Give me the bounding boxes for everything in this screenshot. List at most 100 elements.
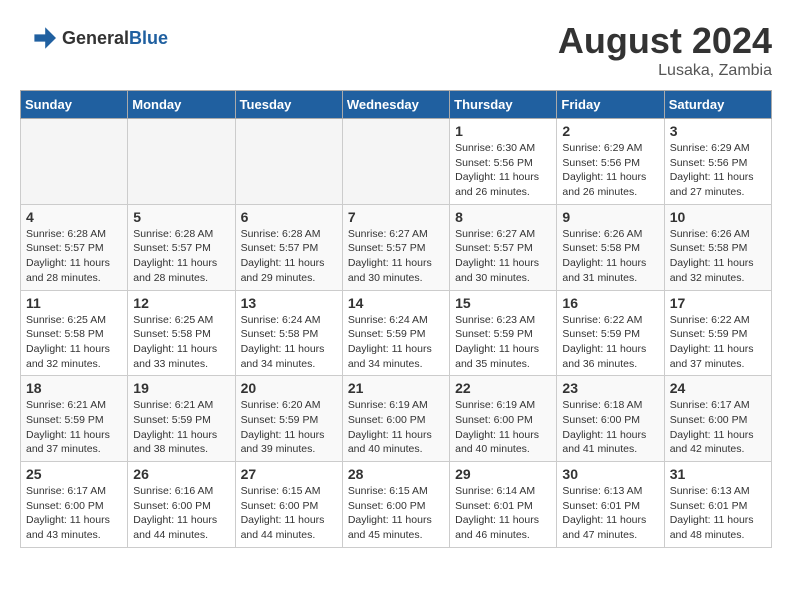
day-info: Sunrise: 6:18 AMSunset: 6:00 PMDaylight:… xyxy=(562,398,658,457)
day-info: Sunrise: 6:27 AMSunset: 5:57 PMDaylight:… xyxy=(455,227,551,286)
calendar-day: 24Sunrise: 6:17 AMSunset: 6:00 PMDayligh… xyxy=(664,376,771,462)
calendar-day: 6 Sunrise: 6:28 AMSunset: 5:57 PMDaylight… xyxy=(235,204,342,290)
calendar-day xyxy=(235,119,342,205)
calendar-day: 9 Sunrise: 6:26 AMSunset: 5:58 PMDaylight… xyxy=(557,204,664,290)
day-number: 21 xyxy=(348,380,444,396)
day-number: 19 xyxy=(133,380,229,396)
calendar-week-4: 18 Sunrise: 6:21 AMSunset: 5:59 PMDayligh… xyxy=(21,376,772,462)
day-info: Sunrise: 6:14 AMSunset: 6:01 PMDaylight:… xyxy=(455,484,551,543)
calendar-day xyxy=(342,119,449,205)
day-info: Sunrise: 6:26 AMSunset: 5:58 PMDaylight:… xyxy=(562,227,658,286)
calendar-day: 5 Sunrise: 6:28 AMSunset: 5:57 PMDaylight… xyxy=(128,204,235,290)
calendar-day: 14Sunrise: 6:24 AMSunset: 5:59 PMDayligh… xyxy=(342,290,449,376)
day-number: 31 xyxy=(670,466,766,482)
calendar-day: 12 Sunrise: 6:25 AMSunset: 5:58 PMDayligh… xyxy=(128,290,235,376)
col-header-tuesday: Tuesday xyxy=(235,91,342,119)
calendar-day: 3 Sunrise: 6:29 AMSunset: 5:56 PMDaylight… xyxy=(664,119,771,205)
calendar-day: 8Sunrise: 6:27 AMSunset: 5:57 PMDaylight… xyxy=(450,204,557,290)
calendar-week-3: 11 Sunrise: 6:25 AMSunset: 5:58 PMDayligh… xyxy=(21,290,772,376)
location: Lusaka, Zambia xyxy=(558,62,772,80)
day-info: Sunrise: 6:30 AMSunset: 5:56 PMDaylight:… xyxy=(455,141,551,200)
day-number: 26 xyxy=(133,466,229,482)
day-number: 1 xyxy=(455,123,551,139)
day-number: 24 xyxy=(670,380,766,396)
calendar-day: 17 Sunrise: 6:22 AMSunset: 5:59 PMDayligh… xyxy=(664,290,771,376)
calendar-week-2: 4 Sunrise: 6:28 AMSunset: 5:57 PMDaylight… xyxy=(21,204,772,290)
day-info: Sunrise: 6:24 AMSunset: 5:59 PMDaylight:… xyxy=(348,313,444,372)
day-info: Sunrise: 6:20 AMSunset: 5:59 PMDaylight:… xyxy=(241,398,337,457)
logo-blue: Blue xyxy=(129,28,168,48)
calendar-day: 15 Sunrise: 6:23 AMSunset: 5:59 PMDayligh… xyxy=(450,290,557,376)
calendar-day: 29 Sunrise: 6:14 AMSunset: 6:01 PMDayligh… xyxy=(450,462,557,548)
day-number: 15 xyxy=(455,295,551,311)
col-header-friday: Friday xyxy=(557,91,664,119)
calendar-week-5: 25Sunrise: 6:17 AMSunset: 6:00 PMDayligh… xyxy=(21,462,772,548)
day-number: 12 xyxy=(133,295,229,311)
day-number: 11 xyxy=(26,295,122,311)
day-info: Sunrise: 6:29 AMSunset: 5:56 PMDaylight:… xyxy=(670,141,766,200)
day-info: Sunrise: 6:22 AMSunset: 5:59 PMDaylight:… xyxy=(670,313,766,372)
calendar-day: 27 Sunrise: 6:15 AMSunset: 6:00 PMDayligh… xyxy=(235,462,342,548)
col-header-monday: Monday xyxy=(128,91,235,119)
calendar-day: 21 Sunrise: 6:19 AMSunset: 6:00 PMDayligh… xyxy=(342,376,449,462)
day-number: 2 xyxy=(562,123,658,139)
day-number: 28 xyxy=(348,466,444,482)
day-number: 27 xyxy=(241,466,337,482)
calendar-day: 18 Sunrise: 6:21 AMSunset: 5:59 PMDayligh… xyxy=(21,376,128,462)
calendar-day: 23 Sunrise: 6:18 AMSunset: 6:00 PMDayligh… xyxy=(557,376,664,462)
month-year: August 2024 xyxy=(558,20,772,62)
calendar-day: 4 Sunrise: 6:28 AMSunset: 5:57 PMDaylight… xyxy=(21,204,128,290)
day-info: Sunrise: 6:27 AMSunset: 5:57 PMDaylight:… xyxy=(348,227,444,286)
calendar-day: 26 Sunrise: 6:16 AMSunset: 6:00 PMDayligh… xyxy=(128,462,235,548)
calendar-day: 22 Sunrise: 6:19 AMSunset: 6:00 PMDayligh… xyxy=(450,376,557,462)
day-info: Sunrise: 6:15 AMSunset: 6:00 PMDaylight:… xyxy=(241,484,337,543)
day-number: 29 xyxy=(455,466,551,482)
day-info: Sunrise: 6:21 AMSunset: 5:59 PMDaylight:… xyxy=(26,398,122,457)
day-info: Sunrise: 6:28 AMSunset: 5:57 PMDaylight:… xyxy=(26,227,122,286)
day-info: Sunrise: 6:25 AMSunset: 5:58 PMDaylight:… xyxy=(133,313,229,372)
day-info: Sunrise: 6:28 AMSunset: 5:57 PMDaylight:… xyxy=(133,227,229,286)
day-number: 18 xyxy=(26,380,122,396)
calendar-day: 31 Sunrise: 6:13 AMSunset: 6:01 PMDayligh… xyxy=(664,462,771,548)
day-info: Sunrise: 6:19 AMSunset: 6:00 PMDaylight:… xyxy=(348,398,444,457)
day-number: 4 xyxy=(26,209,122,225)
calendar-day: 19 Sunrise: 6:21 AMSunset: 5:59 PMDayligh… xyxy=(128,376,235,462)
day-number: 7 xyxy=(348,209,444,225)
day-info: Sunrise: 6:17 AMSunset: 6:00 PMDaylight:… xyxy=(26,484,122,543)
day-info: Sunrise: 6:22 AMSunset: 5:59 PMDaylight:… xyxy=(562,313,658,372)
day-info: Sunrise: 6:26 AMSunset: 5:58 PMDaylight:… xyxy=(670,227,766,286)
day-number: 17 xyxy=(670,295,766,311)
calendar-day: 28Sunrise: 6:15 AMSunset: 6:00 PMDayligh… xyxy=(342,462,449,548)
day-info: Sunrise: 6:28 AMSunset: 5:57 PMDaylight:… xyxy=(241,227,337,286)
day-number: 3 xyxy=(670,123,766,139)
day-info: Sunrise: 6:21 AMSunset: 5:59 PMDaylight:… xyxy=(133,398,229,457)
day-number: 16 xyxy=(562,295,658,311)
day-number: 22 xyxy=(455,380,551,396)
day-info: Sunrise: 6:24 AMSunset: 5:58 PMDaylight:… xyxy=(241,313,337,372)
day-number: 23 xyxy=(562,380,658,396)
calendar-table: SundayMondayTuesdayWednesdayThursdayFrid… xyxy=(20,90,772,548)
calendar-day: 13Sunrise: 6:24 AMSunset: 5:58 PMDayligh… xyxy=(235,290,342,376)
calendar-day: 20Sunrise: 6:20 AMSunset: 5:59 PMDayligh… xyxy=(235,376,342,462)
day-info: Sunrise: 6:16 AMSunset: 6:00 PMDaylight:… xyxy=(133,484,229,543)
day-info: Sunrise: 6:13 AMSunset: 6:01 PMDaylight:… xyxy=(670,484,766,543)
calendar-day: 2Sunrise: 6:29 AMSunset: 5:56 PMDaylight… xyxy=(557,119,664,205)
day-number: 6 xyxy=(241,209,337,225)
col-header-thursday: Thursday xyxy=(450,91,557,119)
col-header-saturday: Saturday xyxy=(664,91,771,119)
calendar-header-row: SundayMondayTuesdayWednesdayThursdayFrid… xyxy=(21,91,772,119)
calendar-day: 11 Sunrise: 6:25 AMSunset: 5:58 PMDayligh… xyxy=(21,290,128,376)
logo: GeneralBlue xyxy=(20,20,168,56)
page-header: GeneralBlue August 2024 Lusaka, Zambia xyxy=(20,20,772,80)
day-number: 9 xyxy=(562,209,658,225)
calendar-day: 7 Sunrise: 6:27 AMSunset: 5:57 PMDaylight… xyxy=(342,204,449,290)
day-info: Sunrise: 6:25 AMSunset: 5:58 PMDaylight:… xyxy=(26,313,122,372)
col-header-sunday: Sunday xyxy=(21,91,128,119)
day-info: Sunrise: 6:23 AMSunset: 5:59 PMDaylight:… xyxy=(455,313,551,372)
day-number: 5 xyxy=(133,209,229,225)
calendar-day: 16 Sunrise: 6:22 AMSunset: 5:59 PMDayligh… xyxy=(557,290,664,376)
calendar-day: 10Sunrise: 6:26 AMSunset: 5:58 PMDayligh… xyxy=(664,204,771,290)
day-info: Sunrise: 6:19 AMSunset: 6:00 PMDaylight:… xyxy=(455,398,551,457)
calendar-day: 30Sunrise: 6:13 AMSunset: 6:01 PMDayligh… xyxy=(557,462,664,548)
day-number: 30 xyxy=(562,466,658,482)
